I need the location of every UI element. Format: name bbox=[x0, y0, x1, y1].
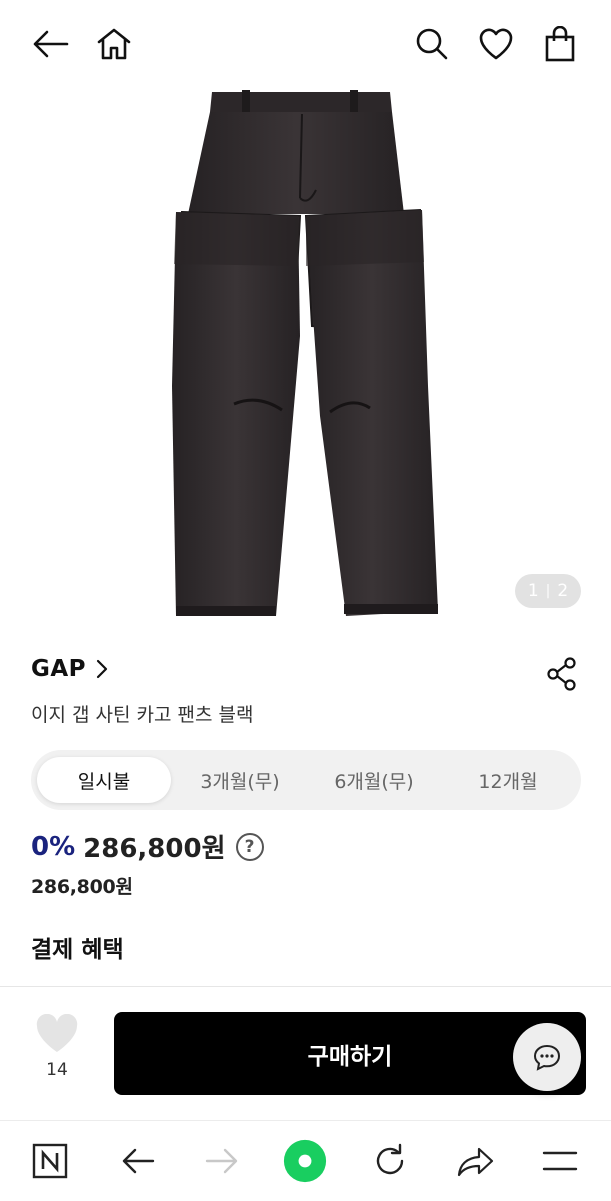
refresh-icon[interactable] bbox=[368, 1139, 412, 1183]
heart-filled-icon bbox=[34, 1014, 80, 1054]
home-icon[interactable] bbox=[92, 22, 136, 66]
product-title: 이지 갭 사틴 카고 팬츠 블랙 bbox=[31, 704, 254, 726]
share-icon[interactable] bbox=[544, 656, 580, 692]
shopping-bag-icon[interactable] bbox=[538, 22, 582, 66]
chevron-right-icon bbox=[96, 659, 108, 679]
chat-icon[interactable] bbox=[513, 1023, 581, 1091]
tab-lump-sum[interactable]: 일시불 bbox=[37, 757, 171, 803]
price-original: 286,800원 bbox=[31, 876, 133, 898]
browser-toolbar bbox=[0, 1120, 611, 1201]
pager-total: 2 bbox=[557, 581, 569, 601]
naver-n-icon[interactable] bbox=[28, 1139, 72, 1183]
menu-icon[interactable] bbox=[538, 1139, 582, 1183]
price-row: 0% 286,800원 ? bbox=[31, 828, 264, 865]
like-button[interactable]: 14 bbox=[34, 1014, 80, 1080]
top-navigation-bar bbox=[0, 0, 611, 90]
pager-current: 1 bbox=[527, 581, 539, 601]
share-arrow-icon[interactable] bbox=[454, 1139, 498, 1183]
interest-rate: 0% bbox=[31, 831, 76, 862]
browser-back-icon[interactable] bbox=[116, 1139, 160, 1183]
green-home-icon[interactable] bbox=[283, 1139, 327, 1183]
heart-icon[interactable] bbox=[474, 22, 518, 66]
back-arrow-icon[interactable] bbox=[28, 22, 72, 66]
brand-link[interactable]: GAP bbox=[31, 656, 108, 682]
payment-benefits-heading: 결제 혜택 bbox=[31, 937, 124, 963]
installment-tabs: 일시불 3개월(무) 6개월(무) 12개월 bbox=[31, 750, 581, 810]
tab-12-months[interactable]: 12개월 bbox=[445, 757, 571, 803]
image-pager: 1 | 2 bbox=[515, 574, 581, 608]
tab-6-months[interactable]: 6개월(무) bbox=[311, 757, 437, 803]
pager-separator: | bbox=[545, 583, 551, 599]
help-icon[interactable]: ? bbox=[235, 832, 264, 861]
like-count: 14 bbox=[46, 1060, 68, 1080]
product-image[interactable] bbox=[0, 86, 611, 626]
price-amount: 286,800원 bbox=[83, 834, 226, 864]
browser-forward-icon[interactable] bbox=[200, 1139, 244, 1183]
brand-name: GAP bbox=[31, 656, 87, 682]
tab-3-months[interactable]: 3개월(무) bbox=[177, 757, 303, 803]
search-icon[interactable] bbox=[410, 22, 454, 66]
section-divider bbox=[0, 986, 611, 987]
